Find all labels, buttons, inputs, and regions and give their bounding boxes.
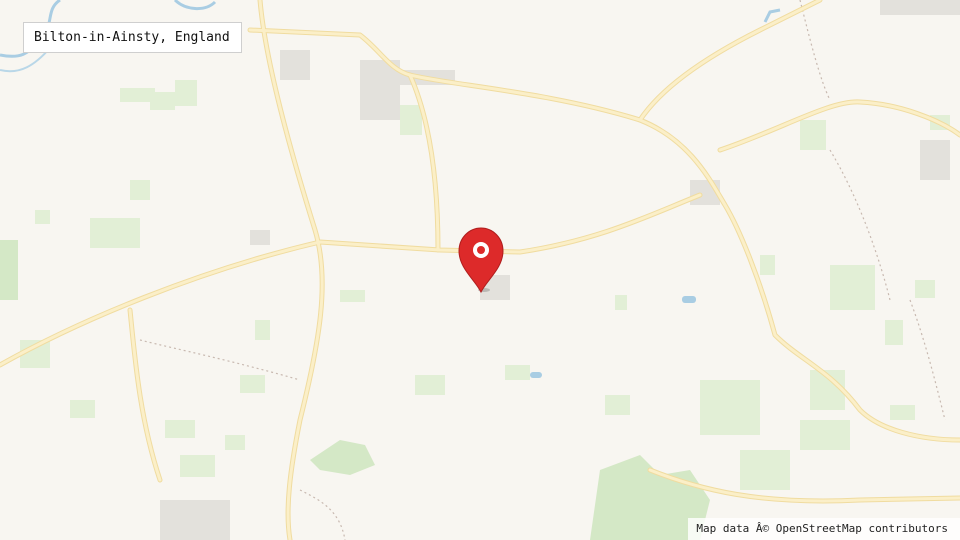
- footpaths: [139, 0, 946, 540]
- map-attribution[interactable]: Map data Â© OpenStreetMap contributors: [688, 518, 960, 540]
- river: [0, 0, 781, 378]
- map-canvas[interactable]: [0, 0, 960, 540]
- location-label: Bilton-in-Ainsty, England: [23, 22, 242, 53]
- woods: [0, 240, 710, 540]
